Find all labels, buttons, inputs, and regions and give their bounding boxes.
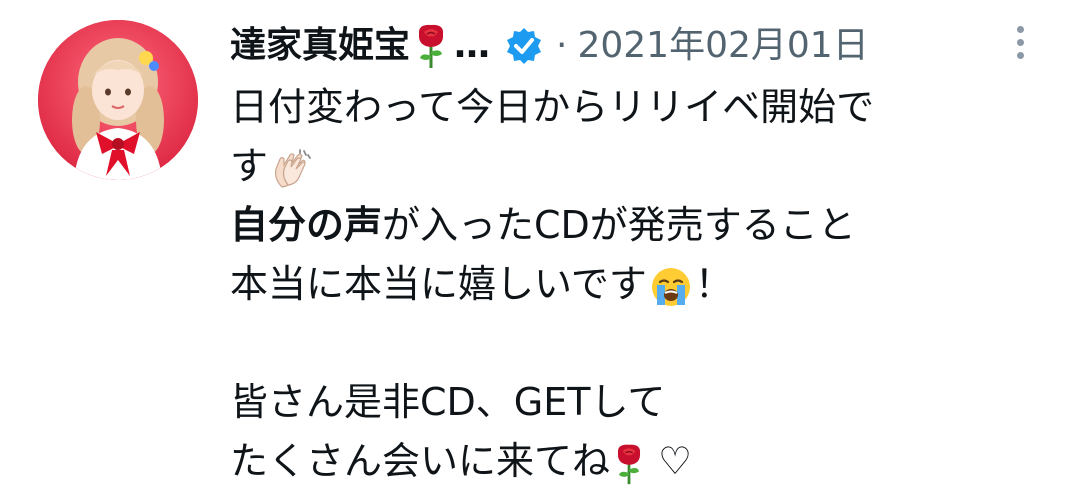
- tweet-text-segment: ♡: [658, 439, 693, 483]
- tweet-line-5: 皆さん是非CD、GETして: [230, 373, 990, 432]
- tweet-text-segment: 皆さん是非CD、GETして: [230, 380, 666, 424]
- tweet-line-6: たくさん会いに来てね ♡: [230, 432, 990, 491]
- tweet-text-segment: たくさん会いに来てね: [230, 439, 611, 483]
- tweet-header: 達家真姫宝 … · 2021年02月01日: [230, 18, 869, 74]
- verified-badge-icon: [504, 26, 544, 66]
- tweet[interactable]: 達家真姫宝 … · 2021年02月01日 日付変わって今日からリリイベ開始で …: [0, 0, 1080, 495]
- clapping-hands-icon: [270, 147, 314, 191]
- rose-icon: [414, 22, 448, 70]
- header-separator: ·: [556, 25, 568, 66]
- tweet-line-2: す: [230, 137, 990, 196]
- tweet-text-segment: 日付変わって今日からリリイベ開始で: [230, 85, 875, 129]
- name-ellipsis: …: [454, 25, 491, 66]
- display-name[interactable]: 達家真姫宝: [230, 18, 410, 74]
- more-dot: [1016, 38, 1024, 46]
- tweet-text-segment: が入ったCDが発売すること: [382, 203, 856, 247]
- more-options-icon[interactable]: [1006, 20, 1034, 64]
- tweet-date[interactable]: 2021年02月01日: [577, 18, 868, 74]
- tweet-line-3: 自分の声が入ったCDが発売すること: [230, 196, 990, 255]
- tweet-line-1: 日付変わって今日からリリイベ開始で: [230, 78, 990, 137]
- avatar[interactable]: [38, 20, 198, 180]
- more-dot: [1016, 51, 1024, 59]
- rose-icon: [612, 442, 656, 486]
- tweet-text-segment: 本当に本当に嬉しいです: [230, 262, 647, 306]
- more-dot: [1016, 25, 1024, 33]
- loudly-crying-face-icon: [649, 265, 693, 309]
- tweet-line-4: 本当に本当に嬉しいです ！: [230, 255, 990, 314]
- tweet-text-segment: ！: [694, 262, 733, 306]
- tweet-text: 日付変わって今日からリリイベ開始で す 自分の声が入ったCDが発売すること 本当…: [230, 78, 990, 491]
- tweet-text-segment: す: [230, 144, 269, 188]
- tweet-text-bold: 自分の声: [230, 203, 383, 247]
